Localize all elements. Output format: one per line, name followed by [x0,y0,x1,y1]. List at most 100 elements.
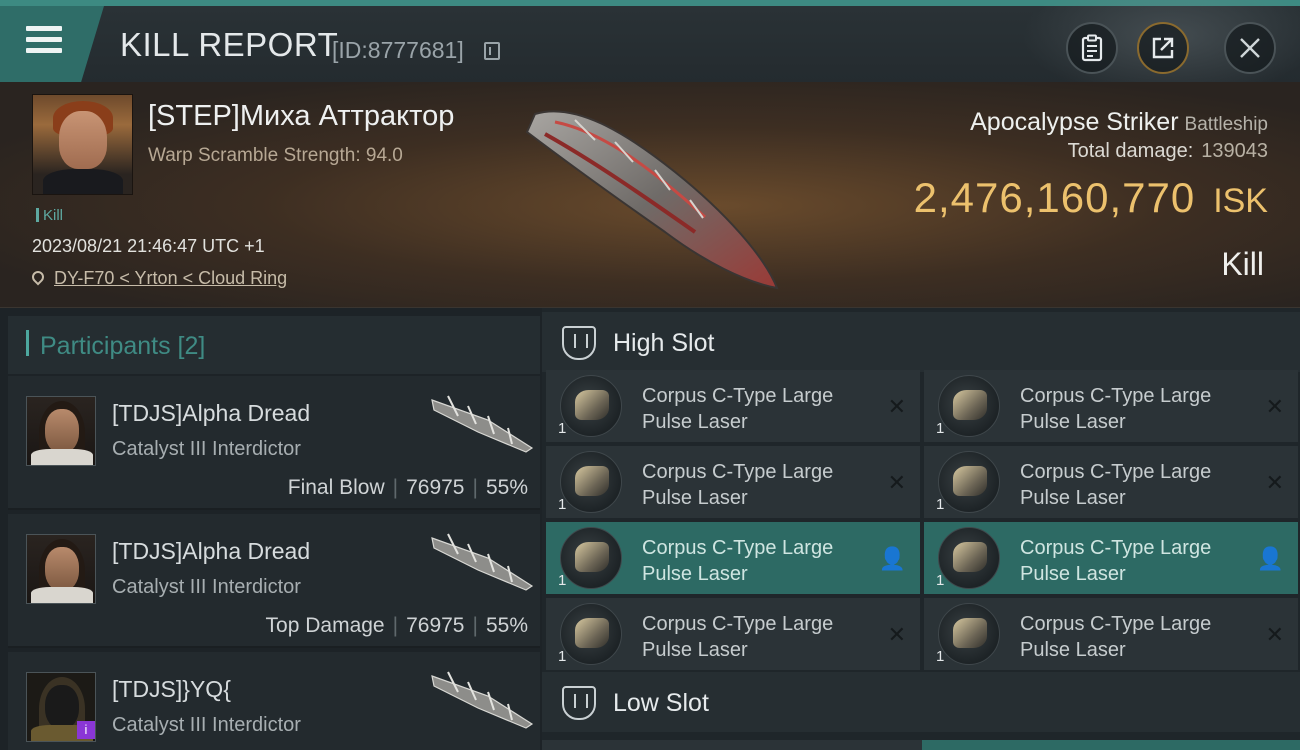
participant-card[interactable]: [TDJS]Alpha Dread Catalyst III Interdict… [8,376,540,510]
participant-role: Final Blow [287,476,385,499]
module-name: Corpus C-Type Large Pulse Laser [642,535,872,587]
module-name-line1: Corpus C-Type Large [642,537,834,559]
fittings-panel: High Slot 1 Corpus C-Type Large Pulse Lase… [542,308,1300,750]
total-damage-value: 139043 [1201,140,1268,162]
module-name-line1: Corpus C-Type Large [1020,385,1212,407]
laser-module-icon [938,451,1000,513]
participant-damage: 76975 [406,476,465,499]
location-pin-icon [29,268,47,286]
module-quantity: 1 [558,496,567,513]
low-slot-header: Low Slot [542,672,1300,732]
participants-header: Participants [2] [8,316,540,374]
high-slot-title: High Slot [613,329,715,357]
participant-role: Top Damage [265,614,385,637]
dropped-person-icon: 👤 [1256,546,1284,571]
module-name: Corpus C-Type Large Pulse Laser [1020,535,1250,587]
module-tile[interactable]: 1 Corpus C-Type Large Pulse Laser ✕ [924,598,1298,670]
total-damage: Total damage: 139043 [1068,140,1268,163]
participant-ship-icon [431,671,534,729]
module-name-line1: Corpus C-Type Large [1020,613,1212,635]
participant-name: [TDJS]Alpha Dread [112,538,311,564]
location-link[interactable]: DY-F70 < Yrton < Cloud Ring [54,268,287,288]
destroyed-x-icon: ✕ [1265,622,1284,647]
laser-module-icon [938,375,1000,437]
participant-ship: Catalyst III Interdictor [112,576,301,598]
dropped-person-icon: 👤 [878,546,906,571]
close-button[interactable] [1224,22,1276,74]
isk-value: 2,476,160,770 ISK [914,174,1268,222]
participant-ship-icon [431,533,534,591]
participant-card[interactable]: [TDJS]Alpha Dread Catalyst III Interdict… [8,514,540,648]
module-name-line1: Corpus C-Type Large [642,385,834,407]
clipboard-icon [1081,34,1103,62]
module-name-line1: Corpus C-Type Large [1020,461,1212,483]
module-quantity: 1 [936,496,945,513]
destroyed-x-icon: ✕ [887,470,906,495]
participant-stats: Top Damage | 76975 | 55% [265,614,528,637]
laser-module-icon [938,603,1000,665]
module-name: Corpus C-Type Large Pulse Laser [1020,611,1250,663]
laser-module-icon [560,375,622,437]
module-quantity: 1 [558,420,567,437]
menu-button[interactable] [0,6,104,82]
module-quantity: 1 [558,648,567,665]
participant-damage: 76975 [406,614,465,637]
victim-avatar[interactable] [32,94,133,195]
info-badge: i [77,721,95,739]
destroyed-x-icon: ✕ [887,394,906,419]
module-tile[interactable]: 1 Corpus C-Type Large Pulse Laser ✕ [924,446,1298,518]
victim-ship-line: Apocalypse Striker Battleship [970,108,1268,137]
participant-avatar[interactable] [26,396,96,466]
kill-tag: Kill [36,207,63,224]
module-tile[interactable]: 1 Corpus C-Type Large Pulse Laser ✕ [546,446,920,518]
module-name-line1: Corpus C-Type Large [642,613,834,635]
participant-ship: Catalyst III Interdictor [112,714,301,736]
module-tile[interactable]: 1 Corpus C-Type Large Pulse Laser 👤 [546,522,920,594]
module-name: Corpus C-Type Large Pulse Laser [642,383,872,435]
participant-name: [TDJS]Alpha Dread [112,400,311,426]
module-name-line2: Pulse Laser [1020,639,1126,661]
clipboard-button[interactable] [1066,22,1118,74]
isk-amount: 2,476,160,770 [913,174,1196,221]
participant-ship: Catalyst III Interdictor [112,438,301,460]
module-tile[interactable]: 1 Corpus C-Type Large Pulse Laser ✕ [924,370,1298,442]
participant-avatar[interactable]: i [26,672,96,742]
module-name-line2: Pulse Laser [642,563,748,585]
high-slot-icon [562,326,596,360]
module-name-line2: Pulse Laser [1020,563,1126,585]
module-name: Corpus C-Type Large Pulse Laser [642,459,872,511]
kill-location[interactable]: DY-F70 < Yrton < Cloud Ring [29,268,287,289]
report-type: Kill [1221,246,1264,282]
module-tile[interactable]: 1 Corpus C-Type Large Pulse Laser ✕ [546,598,920,670]
victim-ship-image [525,110,779,290]
module-tile[interactable]: 1 Corpus C-Type Large Pulse Laser 👤 [924,522,1298,594]
module-quantity: 1 [936,648,945,665]
low-slot-row-peek [542,740,1300,750]
laser-module-icon [938,527,1000,589]
victim-banner: [STEP]Миха Аттрактор Warp Scramble Stren… [0,82,1300,308]
report-id: [ID:8777681] [332,37,464,63]
share-button[interactable] [1137,22,1189,74]
page-title: KILL REPORT [120,26,339,63]
module-name: Corpus C-Type Large Pulse Laser [1020,383,1250,435]
total-damage-label: Total damage: [1067,140,1194,162]
victim-name[interactable]: [STEP]Миха Аттрактор [148,100,454,133]
destroyed-x-icon: ✕ [887,622,906,647]
participant-stats: Final Blow | 76975 | 55% [287,476,528,499]
victim-ship-class: Battleship [1184,114,1268,135]
victim-ship-name[interactable]: Apocalypse Striker [970,108,1178,136]
participant-card[interactable]: i [TDJS]}YQ{ Catalyst III Interdictor [8,652,540,750]
share-icon [1152,37,1174,59]
close-icon [1240,38,1260,58]
low-slot-icon [562,686,596,720]
module-name-line1: Corpus C-Type Large [642,461,834,483]
participant-avatar[interactable] [26,534,96,604]
module-name-line2: Pulse Laser [642,487,748,509]
module-name-line2: Pulse Laser [642,411,748,433]
participants-title: Participants [2] [40,332,206,360]
destroyed-x-icon: ✕ [1265,470,1284,495]
isk-unit: ISK [1213,182,1268,220]
copy-icon[interactable] [484,42,500,60]
module-tile[interactable]: 1 Corpus C-Type Large Pulse Laser ✕ [546,370,920,442]
participant-percent: 55% [485,476,528,499]
